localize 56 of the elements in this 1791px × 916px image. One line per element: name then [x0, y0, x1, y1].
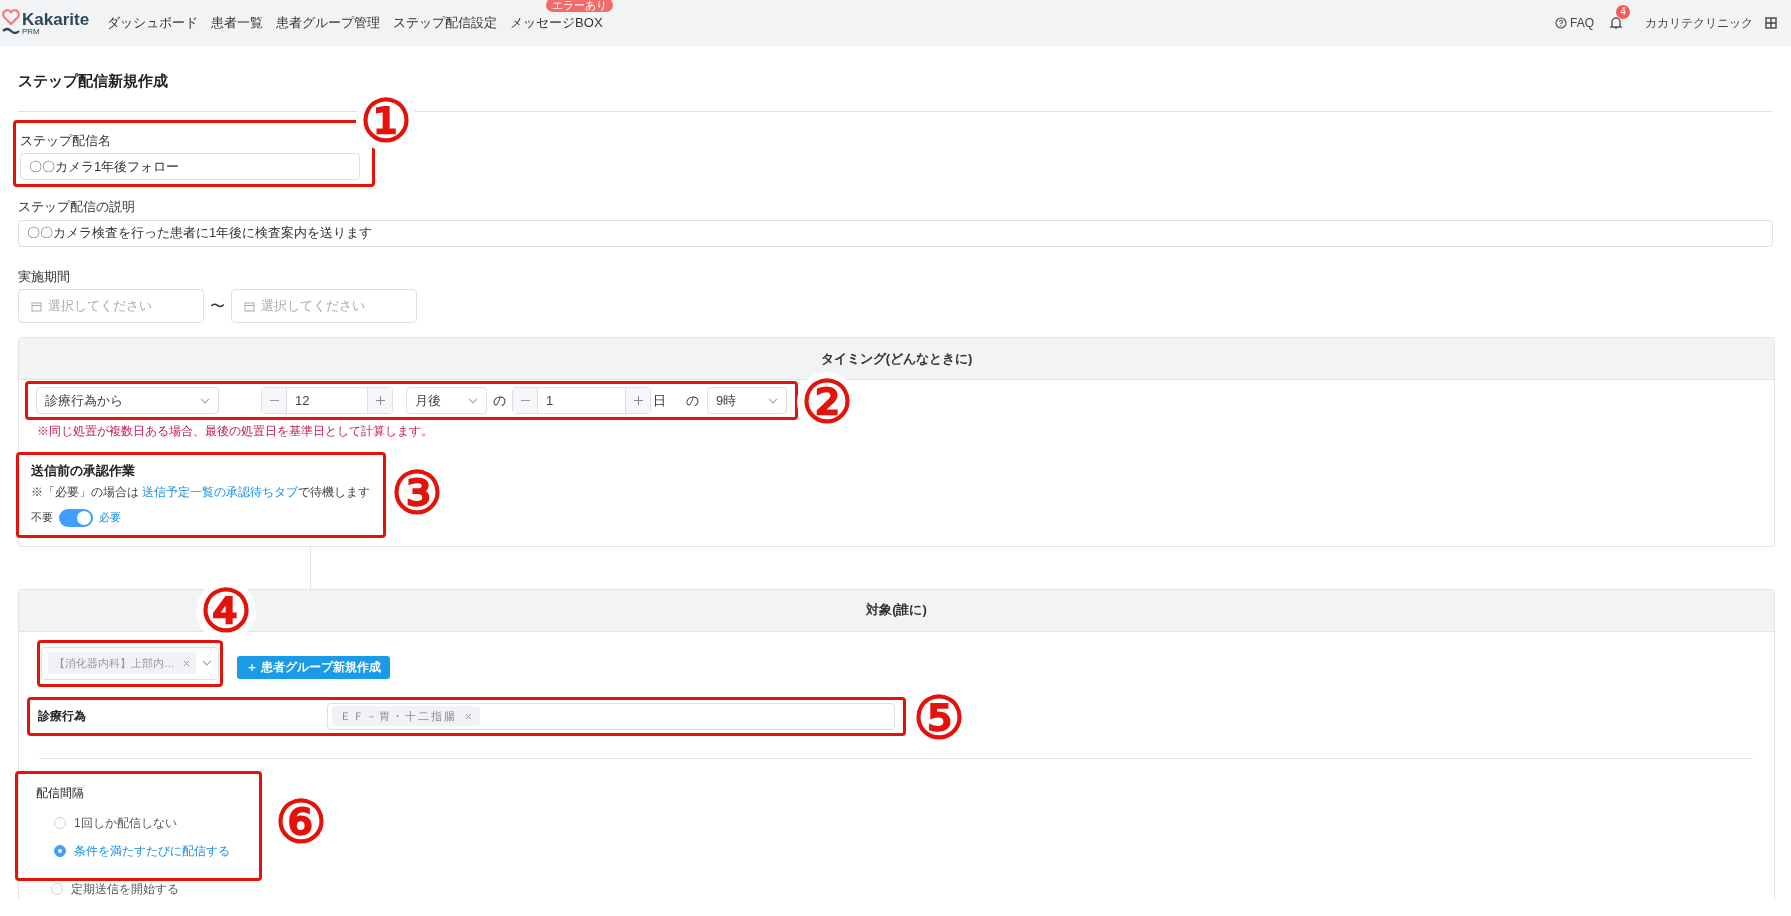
hour-select[interactable]: 9時: [707, 387, 787, 414]
chevron-down-icon: [768, 397, 778, 404]
field-label: 診療行為: [38, 708, 86, 725]
chevron-down-icon: [200, 397, 210, 404]
radio-button[interactable]: [54, 816, 66, 829]
faq-link[interactable]: FAQ: [1555, 14, 1594, 32]
unit-select[interactable]: 月後: [406, 387, 487, 414]
field-label: 実施期間: [18, 267, 71, 286]
toggle-label: 不要: [31, 510, 53, 526]
help-icon: [1555, 17, 1567, 29]
logo-text: Kakarite: [22, 10, 90, 28]
section-title: 送信前の承認作業: [31, 462, 136, 480]
radio-button[interactable]: [51, 882, 63, 895]
radio-button[interactable]: [54, 844, 66, 857]
nav-link[interactable]: ダッシュボード: [107, 15, 199, 31]
nav-link[interactable]: ステップ配信設定: [393, 15, 498, 31]
number-stepper[interactable]: 12: [261, 387, 393, 414]
clinic-name[interactable]: カカリテクリニック: [1645, 14, 1753, 32]
approval-note: ※「必要」の場合は 送信予定一覧の承認待ちタブで待機します: [31, 483, 371, 501]
chevron-down-icon: [468, 397, 478, 404]
page-title: ステップ配信新規作成: [18, 71, 169, 91]
base-select[interactable]: 診療行為から: [36, 387, 219, 414]
toggle-label: 必要: [99, 510, 121, 526]
approval-toggle[interactable]: [59, 508, 93, 527]
group-tag: 【消化器内科】上部内…: [48, 652, 196, 674]
notification-count: 4: [1616, 5, 1630, 19]
treatment-tag: ＥＦ－胃・十二指腸: [332, 706, 480, 726]
grid-icon[interactable]: [1765, 17, 1777, 29]
description-input[interactable]: 〇〇カメラ検査を行った患者に1年後に検査案内を送ります: [18, 219, 1773, 247]
radio-option[interactable]: 定期送信を開始する: [51, 881, 1766, 896]
timing-note: ※同じ処置が複数日ある場合、最後の処置日を基準日として計算します。: [37, 423, 434, 440]
calendar-icon: [244, 300, 255, 312]
plus-icon[interactable]: [625, 388, 650, 413]
radio-option[interactable]: 1回しか配信しない: [54, 815, 259, 830]
close-icon[interactable]: [183, 659, 190, 667]
number-stepper[interactable]: 1: [512, 387, 651, 414]
field-label: ステップ配信の説明: [18, 198, 136, 216]
timing-text: 日: [653, 391, 666, 410]
field-label: ステップ配信名: [20, 131, 112, 150]
pending-tab-link[interactable]: 送信予定一覧の承認待ちタブ: [142, 484, 299, 499]
timing-text: の: [493, 391, 506, 410]
chevron-down-icon: [202, 660, 212, 666]
bell-icon[interactable]: [1609, 16, 1623, 30]
range-separator: 〜: [209, 295, 226, 316]
logo-subtitle: PRM: [22, 27, 41, 36]
timing-text: の: [686, 391, 699, 410]
nav-link[interactable]: 患者グループ管理: [276, 15, 381, 31]
plus-icon[interactable]: [367, 388, 392, 413]
radio-option[interactable]: 条件を満たすたびに配信する: [54, 843, 259, 858]
error-badge: エラーあり: [545, 0, 613, 13]
calendar-icon: [31, 300, 42, 312]
nav-link[interactable]: メッセージBOX: [510, 15, 603, 31]
close-icon[interactable]: [465, 712, 472, 720]
field-label: 配信間隔: [36, 784, 85, 802]
nav-link[interactable]: 患者一覧: [211, 15, 264, 31]
name-input[interactable]: 〇〇カメラ1年後フォロー: [20, 153, 360, 180]
